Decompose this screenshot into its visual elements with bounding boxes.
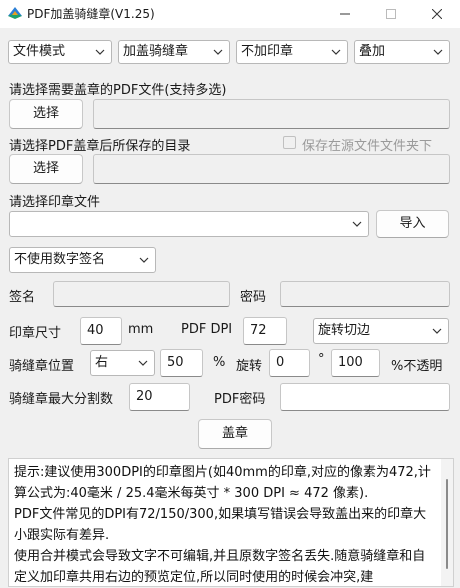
pdf-dpi-input[interactable]: 72 <box>243 317 287 345</box>
pdf-password-input[interactable] <box>280 383 450 411</box>
close-button[interactable] <box>414 0 460 28</box>
extra-stamp-select-value: 不加印章 <box>241 44 294 59</box>
degree-unit: ° <box>318 352 325 367</box>
stamp-button[interactable]: 盖章 <box>198 419 272 449</box>
opacity-unit: %不透明 <box>391 359 443 374</box>
password-field[interactable] <box>280 281 450 307</box>
mode-select[interactable]: 文件模式 <box>8 40 112 64</box>
chevron-down-icon <box>139 257 149 263</box>
overlay-mode-select-value: 叠加 <box>359 44 386 59</box>
max-split-label: 骑缝章最大分割数 <box>9 392 114 407</box>
tips-scrollbar[interactable] <box>441 459 453 586</box>
title-bar: PDF加盖骑缝章(V1.25) <box>0 0 460 28</box>
save-in-source-checkbox[interactable] <box>283 136 296 149</box>
pdf-password-label: PDF密码 <box>214 392 266 407</box>
import-button[interactable]: 导入 <box>376 210 449 238</box>
stamp-file-prompt: 请选择印章文件 <box>9 195 101 210</box>
close-icon <box>432 9 442 19</box>
chevron-down-icon <box>433 49 443 55</box>
chevron-down-icon <box>95 49 105 55</box>
select-output-button[interactable]: 选择 <box>9 154 83 184</box>
rotate-input[interactable]: 0 <box>269 349 310 377</box>
tips-text: 提示:建议使用300DPI的印章图片(如40mm的印章,对应的像素为472,计算… <box>14 465 431 585</box>
select-source-button[interactable]: 选择 <box>9 99 83 129</box>
minimize-icon <box>340 13 350 15</box>
output-path-field[interactable] <box>93 154 450 184</box>
seam-position-select[interactable]: 右 <box>90 350 155 376</box>
max-split-input[interactable]: 20 <box>129 383 190 411</box>
seam-position-select-value: 右 <box>95 355 109 370</box>
opacity-input[interactable]: 100 <box>331 349 380 377</box>
source-files-prompt: 请选择需要盖章的PDF文件(支持多选) <box>9 83 227 98</box>
seam-percent-input[interactable]: 50 <box>160 349 203 377</box>
stamp-size-input[interactable]: 40 <box>80 317 122 345</box>
signature-label: 签名 <box>9 290 36 305</box>
rotate-mode-select[interactable]: 旋转切边 <box>313 318 449 344</box>
extra-stamp-select[interactable]: 不加印章 <box>236 40 348 64</box>
password-label: 密码 <box>240 290 267 305</box>
save-in-source-label: 保存在源文件文件夹下 <box>302 139 433 154</box>
chevron-down-icon <box>138 360 148 366</box>
chevron-down-icon <box>432 328 442 334</box>
digital-signature-select[interactable]: 不使用数字签名 <box>9 247 156 273</box>
stamp-size-label: 印章尺寸 <box>9 326 62 341</box>
minimize-button[interactable] <box>322 0 368 28</box>
scrollbar-thumb[interactable] <box>446 479 448 569</box>
chevron-down-icon <box>213 49 223 55</box>
window-title: PDF加盖骑缝章(V1.25) <box>27 7 155 21</box>
output-dir-prompt: 请选择PDF盖章后所保存的目录 <box>9 139 191 154</box>
seam-position-label: 骑缝章位置 <box>9 359 75 374</box>
chevron-down-icon <box>352 221 362 227</box>
stamp-type-select-value: 加盖骑缝章 <box>123 44 189 59</box>
seam-percent-unit: % <box>213 355 226 370</box>
mode-select-value: 文件模式 <box>13 44 66 59</box>
maximize-icon <box>386 9 396 19</box>
digital-signature-select-value: 不使用数字签名 <box>14 252 106 267</box>
rotate-mode-select-value: 旋转切边 <box>318 323 371 338</box>
chevron-down-icon <box>331 49 341 55</box>
tips-panel: 提示:建议使用300DPI的印章图片(如40mm的印章,对应的像素为472,计算… <box>8 458 454 587</box>
maximize-button[interactable] <box>368 0 414 28</box>
pdf-dpi-label: PDF DPI <box>181 322 233 337</box>
rotate-label: 旋转 <box>236 359 263 374</box>
overlay-mode-select[interactable]: 叠加 <box>354 40 450 64</box>
stamp-size-unit: mm <box>128 322 154 337</box>
signature-field[interactable] <box>53 281 230 307</box>
app-logo-icon <box>8 7 22 19</box>
source-path-field[interactable] <box>93 99 450 129</box>
stamp-file-select[interactable] <box>9 211 369 237</box>
stamp-type-select[interactable]: 加盖骑缝章 <box>118 40 230 64</box>
